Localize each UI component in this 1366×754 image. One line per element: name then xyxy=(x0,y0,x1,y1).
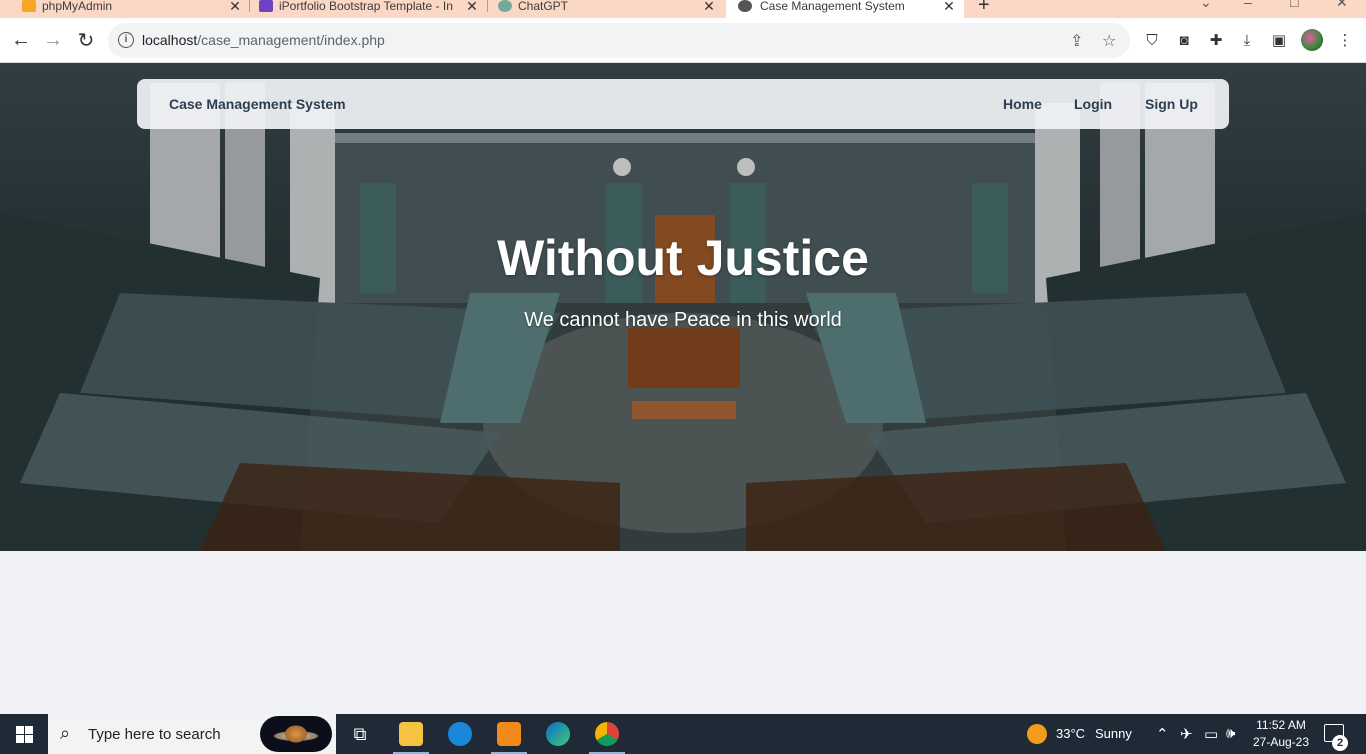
file-explorer-icon xyxy=(399,722,423,746)
nav-signup-link[interactable]: Sign Up xyxy=(1145,96,1198,112)
new-tab-button[interactable]: + xyxy=(978,0,990,17)
system-clock[interactable]: 11:52 AM 27-Aug-23 xyxy=(1248,717,1314,751)
close-icon[interactable]: ✕ xyxy=(942,0,956,15)
hero-subtitle: We cannot have Peace in this world xyxy=(524,309,842,331)
battery-icon[interactable]: ▭ xyxy=(1204,725,1218,743)
windows-logo-icon xyxy=(15,725,33,743)
taskbar-file-explorer[interactable] xyxy=(389,714,433,754)
close-icon[interactable]: ✕ xyxy=(228,0,242,15)
edge-icon xyxy=(448,722,472,746)
tray-chevron-up-icon[interactable]: ⌃ xyxy=(1156,725,1169,743)
tab-separator xyxy=(487,0,488,12)
tab-search-icon[interactable]: ⌄ xyxy=(1200,0,1212,11)
share-icon[interactable]: ⇪ xyxy=(1070,31,1083,51)
notification-count-badge: 2 xyxy=(1332,735,1348,751)
minimize-icon[interactable]: – xyxy=(1244,0,1252,10)
shield-extension-icon[interactable]: ⛉ xyxy=(1143,31,1161,49)
chatgpt-icon xyxy=(498,0,512,12)
taskbar-chrome[interactable] xyxy=(585,714,629,754)
download-icon[interactable]: ⤓ xyxy=(1238,31,1256,49)
camera-extension-icon[interactable]: ◙ xyxy=(1175,31,1193,49)
nav-home-link[interactable]: Home xyxy=(1003,96,1042,112)
taskbar-search-placeholder: Type here to search xyxy=(88,726,221,743)
address-url[interactable]: localhost/case_management/index.php xyxy=(142,32,385,48)
search-icon: ⌕ xyxy=(60,723,71,743)
phpmyadmin-icon xyxy=(22,0,36,12)
volume-icon[interactable]: 🕪 xyxy=(1226,725,1235,742)
forward-icon[interactable]: → xyxy=(40,27,66,53)
maximize-icon[interactable]: □ xyxy=(1290,0,1298,10)
windows-start-button[interactable] xyxy=(0,714,48,754)
parliament-chamber-image xyxy=(0,63,1366,551)
tab-title: iPortfolio Bootstrap Template - In xyxy=(279,0,453,13)
tab-title: Case Management System xyxy=(760,0,905,13)
taskbar-edge-2[interactable] xyxy=(536,714,580,754)
site-info-icon[interactable]: i xyxy=(118,32,134,48)
page-viewport: Case Management System Home Login Sign U… xyxy=(0,63,1366,714)
menu-kebab-icon[interactable]: ⋮ xyxy=(1336,31,1354,49)
url-host: localhost xyxy=(142,32,198,48)
bookmark-star-icon[interactable]: ☆ xyxy=(1102,31,1116,51)
tab-iportfolio[interactable]: iPortfolio Bootstrap Template - In ✕ xyxy=(259,0,479,18)
hero-title: Without Justice xyxy=(497,230,869,286)
tab-chatgpt[interactable]: ChatGPT ✕ xyxy=(498,0,716,18)
bootstrap-icon xyxy=(259,0,273,12)
tab-phpmyadmin[interactable]: phpMyAdmin ✕ xyxy=(22,0,242,18)
sublime-text-icon xyxy=(497,722,521,746)
reload-icon[interactable]: ↻ xyxy=(73,27,99,53)
edge-icon xyxy=(546,722,570,746)
site-navbar: Case Management System Home Login Sign U… xyxy=(137,79,1229,129)
extensions-puzzle-icon[interactable]: ✚ xyxy=(1207,31,1225,49)
close-icon[interactable]: ✕ xyxy=(465,0,479,15)
weather-temperature[interactable]: 33°C xyxy=(1056,726,1085,741)
chrome-icon xyxy=(595,722,619,746)
clock-date: 27-Aug-23 xyxy=(1252,735,1310,749)
address-bar[interactable]: i localhost/case_management/index.php ⇪ … xyxy=(108,23,1130,58)
site-brand-link[interactable]: Case Management System xyxy=(169,96,346,112)
tab-title: ChatGPT xyxy=(518,0,569,13)
browser-toolbar: ← → ↻ i localhost/case_management/index.… xyxy=(0,18,1366,63)
weather-condition[interactable]: Sunny xyxy=(1095,726,1132,741)
window-close-icon[interactable]: ✕ xyxy=(1336,0,1348,11)
close-icon[interactable]: ✕ xyxy=(702,0,716,15)
back-icon[interactable]: ← xyxy=(8,27,34,53)
browser-tab-strip: phpMyAdmin ✕ iPortfolio Bootstrap Templa… xyxy=(0,0,1366,18)
url-path: /case_management/index.php xyxy=(197,32,385,48)
profile-avatar[interactable] xyxy=(1301,29,1323,51)
taskbar-search-box[interactable]: ⌕ Type here to search xyxy=(48,714,336,754)
weather-sun-icon[interactable] xyxy=(1027,724,1047,744)
airplane-mode-icon[interactable]: ✈ xyxy=(1180,725,1193,743)
hero-section: Case Management System Home Login Sign U… xyxy=(0,63,1366,551)
tab-separator xyxy=(249,0,250,12)
task-view-icon: ⧉ xyxy=(353,723,367,744)
taskbar-edge[interactable] xyxy=(438,714,482,754)
taskbar-sublime-text[interactable] xyxy=(487,714,531,754)
task-view-button[interactable]: ⧉ xyxy=(338,714,382,754)
nav-login-link[interactable]: Login xyxy=(1074,96,1112,112)
globe-icon xyxy=(738,0,752,12)
windows-taskbar: ⌕ Type here to search ⧉ 33°C Sunny ⌃ ✈ ▭… xyxy=(0,714,1366,754)
search-highlight-saturn-icon[interactable] xyxy=(260,716,332,752)
side-panel-icon[interactable]: ▣ xyxy=(1270,31,1288,49)
tab-case-management[interactable]: Case Management System ✕ xyxy=(726,0,964,18)
clock-time: 11:52 AM xyxy=(1256,718,1306,732)
tab-title: phpMyAdmin xyxy=(42,0,113,13)
